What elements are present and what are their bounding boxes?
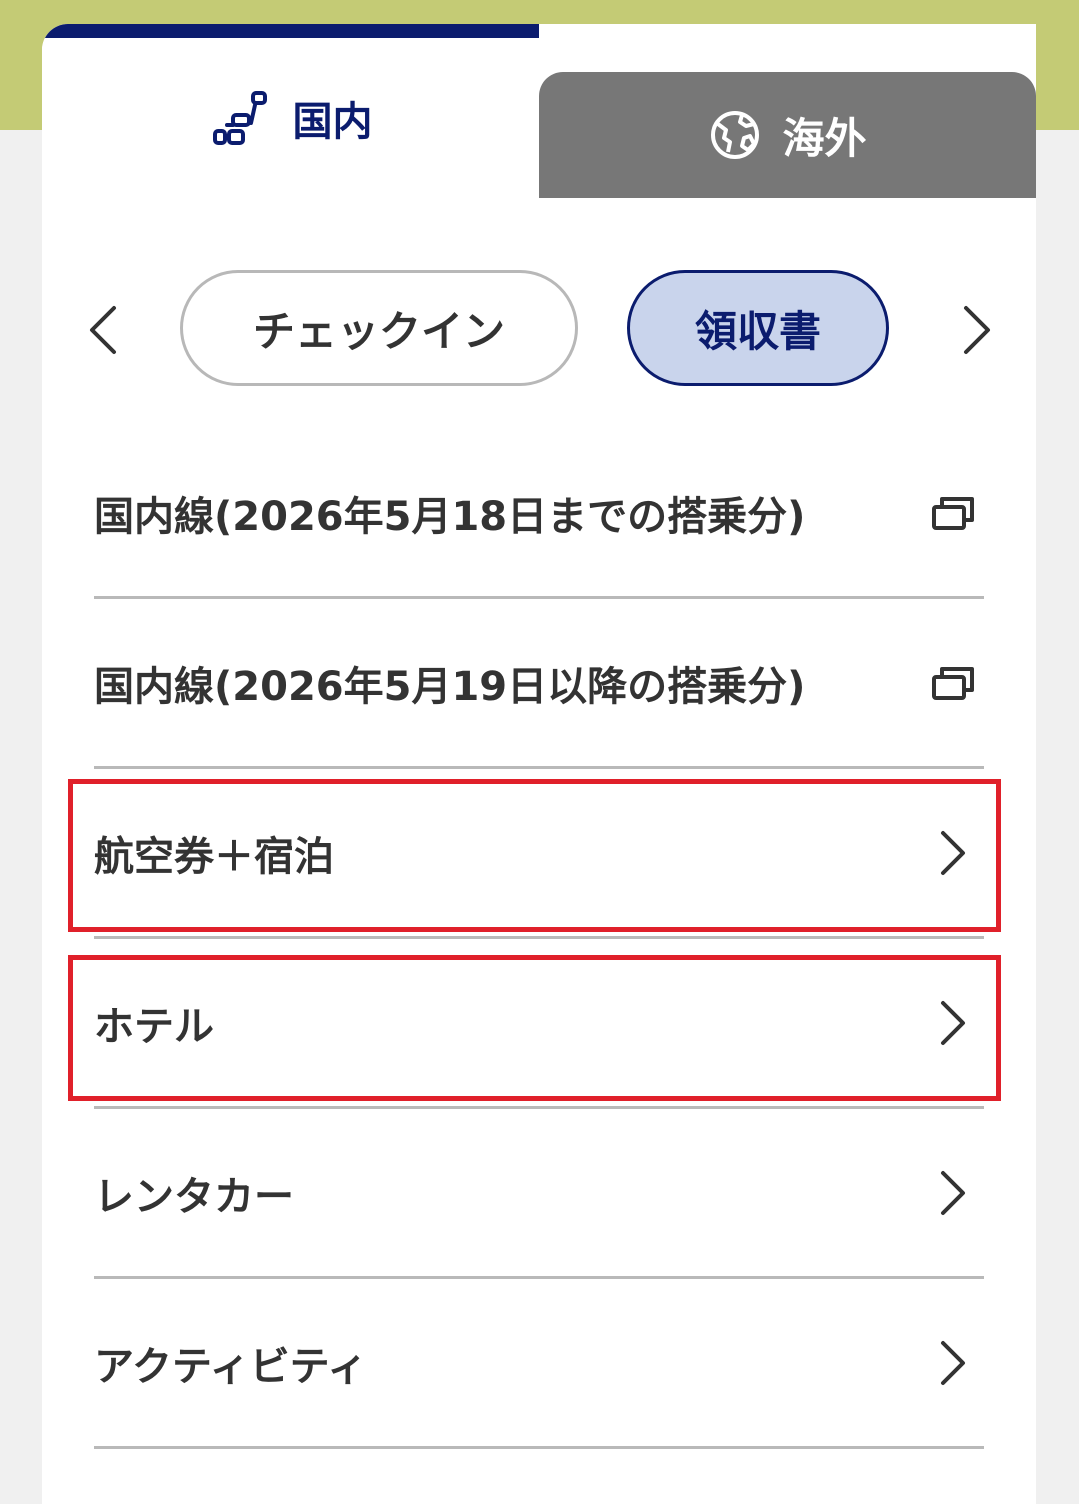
pill-receipt-label: 領収書	[694, 306, 821, 356]
menu-item-activity[interactable]: アクティビティ	[94, 1279, 984, 1449]
pill-receipt[interactable]: 領収書	[627, 270, 889, 386]
menu-item-label: 国内線(2026年5月19日以降の搭乗分)	[94, 663, 806, 710]
category-pill-row: チェックイン 領収書	[42, 270, 1036, 390]
menu-item-label: 国内線(2026年5月18日までの搭乗分)	[94, 493, 806, 540]
menu-item-domestic-until-0518[interactable]: 国内線(2026年5月18日までの搭乗分)	[94, 429, 984, 599]
menu-item-label: レンタカー	[94, 1173, 294, 1220]
chevron-right-icon	[938, 1340, 968, 1386]
menu-item-rental-car[interactable]: レンタカー	[94, 1109, 984, 1279]
tab-domestic-label: 国内	[292, 99, 373, 145]
tab-international-label: 海外	[782, 113, 867, 163]
chevron-right-icon	[938, 1170, 968, 1216]
menu-item-label: ホテル	[94, 1003, 214, 1050]
chevron-right-icon	[962, 305, 992, 355]
domestic-flight-seat-icon	[209, 87, 271, 149]
receipt-menu-list: 国内線(2026年5月18日までの搭乗分) 国内線(2026年5月19日以降の搭…	[94, 429, 984, 1449]
menu-item-domestic-from-0519[interactable]: 国内線(2026年5月19日以降の搭乗分)	[94, 599, 984, 769]
menu-item-flight-hotel[interactable]: 航空券＋宿泊	[94, 769, 984, 939]
menu-card: 国内 海外 チェックイン 領収書 国内線(2026年5月18日までの搭乗分) 国…	[42, 24, 1036, 1504]
globe-icon	[708, 108, 762, 162]
pill-prev-button[interactable]	[78, 298, 128, 362]
menu-item-label: 航空券＋宿泊	[94, 833, 334, 880]
pill-checkin[interactable]: チェックイン	[180, 270, 578, 386]
chevron-right-icon	[938, 830, 968, 876]
pill-checkin-label: チェックイン	[252, 306, 505, 356]
chevron-right-icon	[938, 1000, 968, 1046]
pill-next-button[interactable]	[952, 298, 1002, 362]
external-window-icon	[931, 665, 975, 701]
menu-item-label: アクティビティ	[94, 1343, 368, 1390]
tab-international[interactable]: 海外	[539, 72, 1036, 198]
tab-domestic[interactable]: 国内	[42, 24, 539, 198]
external-window-icon	[931, 495, 975, 531]
menu-item-hotel[interactable]: ホテル	[94, 939, 984, 1109]
chevron-left-icon	[88, 305, 118, 355]
